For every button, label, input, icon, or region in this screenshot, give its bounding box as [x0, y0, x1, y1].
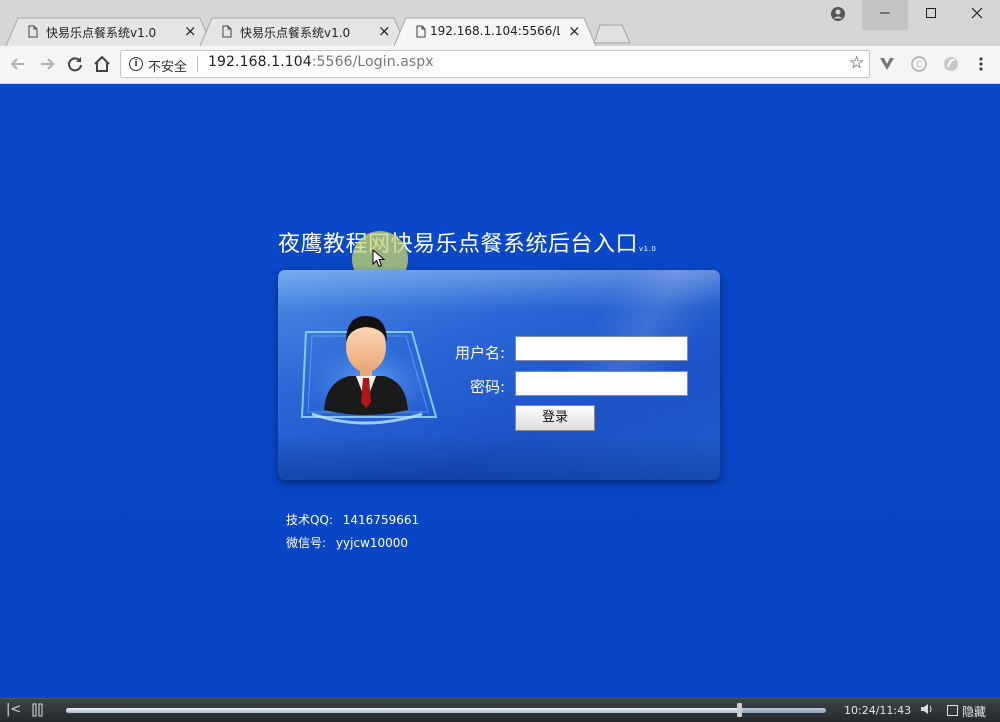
tab-3-active[interactable]: 192.168.1.104:5566/Lo ×: [394, 17, 596, 47]
qq-value: 1416759661: [342, 513, 420, 527]
tab-close-icon[interactable]: ×: [568, 22, 581, 40]
new-tab-button[interactable]: [592, 23, 632, 45]
account-icon[interactable]: [830, 6, 846, 22]
hide-label[interactable]: 隐藏: [962, 703, 986, 720]
wechat-label: 微信号:: [286, 536, 327, 550]
window-close-button[interactable]: [954, 0, 1000, 30]
pause-icon[interactable]: [32, 703, 44, 717]
wechat-value: yyjcw10000: [335, 536, 408, 550]
progress-fill: [66, 708, 739, 713]
tab-close-icon[interactable]: ×: [184, 22, 197, 40]
back-arrow-icon[interactable]: [8, 54, 28, 74]
previous-icon[interactable]: |<: [6, 702, 21, 717]
username-input[interactable]: [515, 336, 688, 361]
url-host: 192.168.1.104: [208, 54, 312, 70]
username-label: 用户名:: [454, 344, 505, 362]
document-icon: [222, 25, 232, 38]
address-toolbar: i 不安全 192.168.1.104:5566/Login.aspx ☆ C: [0, 46, 1000, 84]
home-icon[interactable]: [92, 54, 112, 74]
svg-text:C: C: [916, 60, 922, 69]
qq-label: 技术QQ:: [286, 513, 333, 527]
menu-dots-icon[interactable]: [976, 55, 986, 73]
url-path: :5566/Login.aspx: [311, 54, 434, 70]
maximize-button[interactable]: [908, 0, 954, 30]
document-icon: [28, 25, 38, 38]
document-icon: [416, 25, 426, 38]
hide-checkbox[interactable]: [947, 705, 958, 716]
password-input[interactable]: [515, 371, 688, 396]
tab-title: 快易乐点餐系统v1.0: [46, 26, 157, 40]
login-button[interactable]: 登录: [515, 405, 595, 431]
video-player-bar: |< 10:24/11:43 隐藏: [0, 698, 1000, 722]
url-text[interactable]: 192.168.1.104:5566/Login.aspx: [208, 54, 434, 70]
address-bar[interactable]: i 不安全 192.168.1.104:5566/Login.aspx ☆: [120, 50, 870, 78]
tab-2[interactable]: 快易乐点餐系统v1.0 ×: [200, 17, 406, 46]
qq-contact: 技术QQ: 1416759661: [286, 511, 419, 528]
close-icon: [971, 7, 983, 19]
time-readout: 10:24/11:43: [844, 704, 912, 717]
tab-title: 快易乐点餐系统v1.0: [240, 26, 351, 40]
browser-titlebar: 快易乐点餐系统v1.0 × 快易乐点餐系统v1.0 × 192.168.1.10…: [0, 0, 1000, 47]
tab-close-icon[interactable]: ×: [378, 22, 391, 40]
progress-track[interactable]: [66, 708, 826, 713]
bookmark-star-icon[interactable]: ☆: [849, 53, 864, 73]
reload-icon[interactable]: [65, 54, 85, 74]
security-label[interactable]: 不安全: [148, 56, 187, 75]
login-panel: 用户名: 密码: 登录: [278, 270, 720, 480]
extension-circle-icon[interactable]: C: [910, 55, 928, 73]
maximize-icon: [926, 8, 936, 18]
forward-arrow-icon[interactable]: [37, 54, 57, 74]
info-icon[interactable]: i: [129, 57, 143, 71]
page-title: 夜鹰教程网快易乐点餐系统后台入口v1.0: [278, 226, 656, 258]
password-label: 密码:: [469, 378, 505, 396]
minimize-icon: [880, 12, 890, 14]
volume-icon[interactable]: [920, 702, 934, 716]
extension-v-icon[interactable]: [878, 55, 896, 73]
version-label: v1.0: [639, 245, 657, 253]
login-page: 夜鹰教程网快易乐点餐系统后台入口v1.0 用户名: 密码: 登录 技术QQ: 1…: [0, 84, 1000, 698]
page-title-text: 夜鹰教程网快易乐点餐系统后台入口: [278, 232, 639, 257]
divider: [197, 56, 198, 72]
progress-handle[interactable]: [736, 703, 742, 717]
extension-leaf-icon[interactable]: [942, 55, 960, 73]
wechat-contact: 微信号: yyjcw10000: [286, 534, 408, 551]
mouse-cursor-icon: [372, 249, 386, 268]
admin-avatar-icon: [300, 316, 438, 425]
tab-1[interactable]: 快易乐点餐系统v1.0 ×: [6, 17, 212, 46]
tab-title: 192.168.1.104:5566/Lo: [430, 24, 560, 38]
minimize-button[interactable]: [862, 0, 908, 30]
